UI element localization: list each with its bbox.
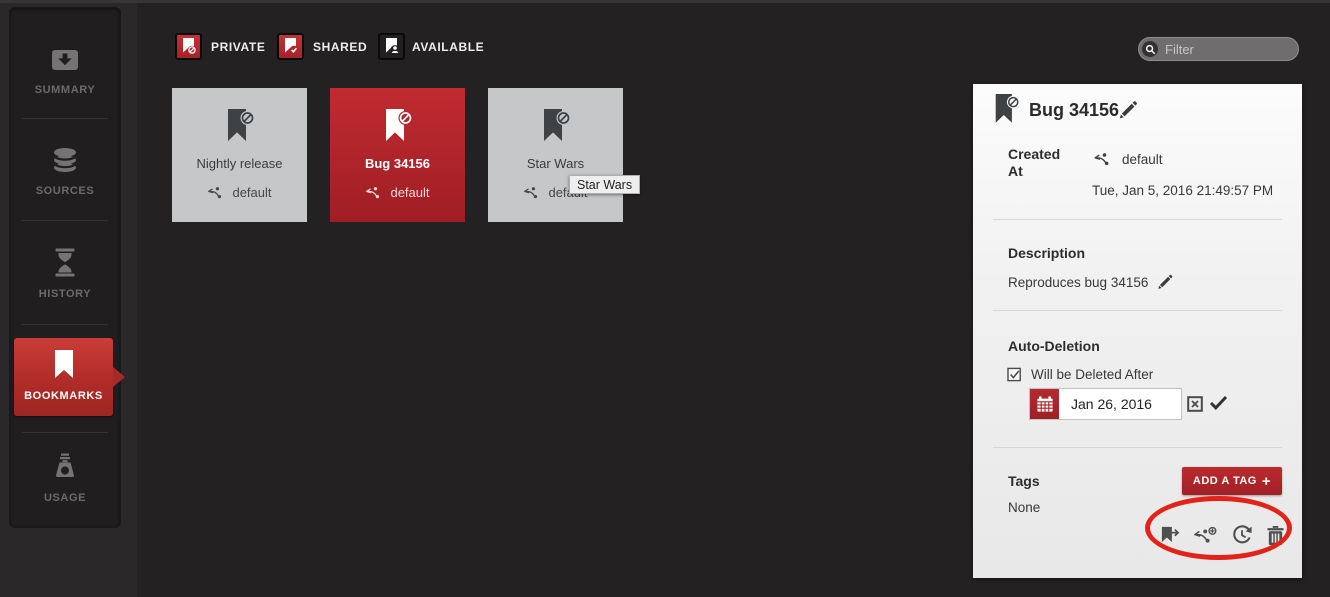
app-window: SUMMARY SOURCES <box>0 0 1330 597</box>
branch-row: default <box>330 185 465 200</box>
bookmark-shared-icon <box>281 36 300 57</box>
search-icon <box>1142 41 1158 57</box>
create-branch-icon[interactable] <box>1193 526 1218 545</box>
branch-name: default <box>232 185 271 200</box>
active-item-pointer <box>113 367 125 387</box>
sidebar-divider <box>22 118 108 119</box>
usage-icon <box>52 453 78 479</box>
tags-label: Tags <box>1008 473 1040 489</box>
bookmark-icon <box>53 350 75 380</box>
bookmark-card-star-wars[interactable]: Star Wars default <box>488 88 623 222</box>
sidebar-divider <box>22 324 108 325</box>
plus-icon: + <box>1262 474 1271 489</box>
bookmark-detail-panel: Bug 34156 Created At default Tue, Jan 5,… <box>973 84 1302 578</box>
tab-available-label[interactable]: AVAILABLE <box>412 40 484 54</box>
sidebar-divider <box>22 220 108 221</box>
bookmark-card-bug-34156[interactable]: Bug 34156 default <box>330 88 465 222</box>
will-be-deleted-label: Will be Deleted After <box>1031 367 1153 382</box>
sidebar-item-label: USAGE <box>10 492 120 504</box>
branch-icon <box>365 186 384 200</box>
branch-icon <box>1093 152 1114 167</box>
auto-deletion-label: Auto-Deletion <box>1008 338 1100 354</box>
branch-icon <box>523 186 542 200</box>
sidebar-item-label: HISTORY <box>10 288 120 300</box>
bookmark-card-title: Bug 34156 <box>330 156 465 171</box>
summary-icon <box>50 47 80 73</box>
branch-row: default <box>172 185 307 200</box>
panel-title: Bug 34156 <box>1029 100 1119 121</box>
filter-box <box>1138 37 1299 61</box>
created-branch-row: default <box>1093 152 1163 167</box>
sources-icon <box>51 147 79 174</box>
panel-divider <box>993 219 1282 220</box>
edit-title-icon[interactable] <box>1117 99 1139 121</box>
tab-shared-label[interactable]: SHARED <box>313 40 367 54</box>
bookmark-noentry-icon <box>383 108 413 150</box>
share-bookmark-icon[interactable] <box>1159 525 1180 545</box>
tab-private-label[interactable]: PRIVATE <box>211 40 265 54</box>
add-tag-label: ADD A TAG <box>1193 475 1257 487</box>
delete-icon[interactable] <box>1266 525 1285 546</box>
panel-divider <box>993 447 1282 448</box>
window-top-edge <box>0 0 1330 3</box>
calendar-icon[interactable] <box>1030 389 1059 419</box>
description-label: Description <box>1008 245 1085 261</box>
branch-name: default <box>390 185 429 200</box>
bookmark-actions-row <box>1159 524 1285 546</box>
tags-value: None <box>1008 500 1040 515</box>
sidebar-nav: SUMMARY SOURCES <box>10 8 120 527</box>
created-timestamp: Tue, Jan 5, 2016 21:49:57 PM <box>1092 183 1273 198</box>
clear-date-icon[interactable] <box>1187 396 1203 412</box>
created-at-label: Created At <box>1008 146 1070 180</box>
sidebar-item-bookmarks[interactable]: BOOKMARKS <box>14 338 113 416</box>
confirm-date-icon[interactable] <box>1209 395 1228 410</box>
will-be-deleted-checkbox[interactable] <box>1007 367 1022 382</box>
description-row: Reproduces bug 34156 <box>1008 273 1174 291</box>
deletion-date-widget <box>1029 388 1182 420</box>
restore-icon[interactable] <box>1231 524 1253 546</box>
deletion-date-input[interactable] <box>1059 389 1181 419</box>
filter-input[interactable] <box>1165 39 1293 59</box>
sidebar-item-label: SUMMARY <box>10 84 120 96</box>
bookmark-noentry-icon <box>993 93 1020 131</box>
bookmark-noentry-icon <box>225 108 255 150</box>
bookmark-noentry-icon <box>541 108 571 150</box>
description-value: Reproduces bug 34156 <box>1008 275 1148 290</box>
bookmark-available-icon <box>382 36 401 57</box>
bookmark-card-title: Star Wars <box>488 156 623 171</box>
bookmark-card-title: Nightly release <box>172 156 307 171</box>
history-icon <box>53 248 77 277</box>
branch-icon <box>207 186 226 200</box>
panel-divider <box>993 310 1282 311</box>
star-wars-tooltip: Star Wars <box>569 175 640 194</box>
sidebar-item-label: BOOKMARKS <box>14 390 113 402</box>
sidebar-divider <box>22 432 108 433</box>
sidebar-item-label: SOURCES <box>10 185 120 197</box>
bookmark-private-icon <box>179 36 198 57</box>
tab-private[interactable] <box>175 33 202 60</box>
tab-shared[interactable] <box>277 33 304 60</box>
edit-description-icon[interactable] <box>1156 273 1174 291</box>
bookmark-card-nightly-release[interactable]: Nightly release default <box>172 88 307 222</box>
add-tag-button[interactable]: ADD A TAG + <box>1182 467 1282 495</box>
tab-available[interactable] <box>378 33 405 60</box>
created-branch-name: default <box>1122 152 1163 167</box>
will-be-deleted-row: Will be Deleted After <box>1007 367 1153 382</box>
